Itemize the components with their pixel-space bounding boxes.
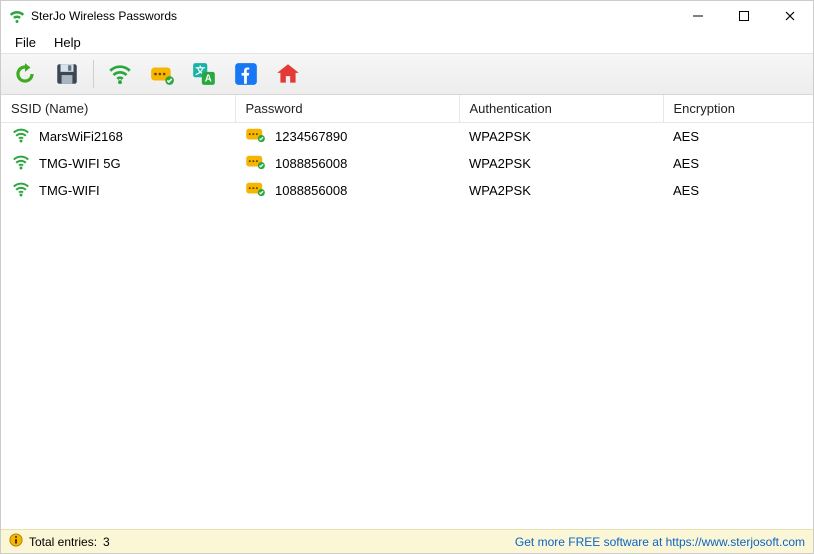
password-button[interactable] — [144, 57, 180, 91]
table-row[interactable]: TMG-WIFI 1088856008 WPA2PSK AES — [1, 177, 813, 204]
status-total-label: Total entries: — [29, 535, 97, 549]
ssid-cell: TMG-WIFI — [39, 183, 100, 198]
table-header-row: SSID (Name) Password Authentication Encr… — [1, 95, 813, 123]
save-button[interactable] — [49, 57, 85, 91]
close-button[interactable] — [767, 1, 813, 31]
password-cell: 1088856008 — [275, 183, 347, 198]
password-icon — [245, 127, 267, 146]
status-bar: Total entries: 3 Get more FREE software a… — [1, 529, 813, 553]
wifi-button[interactable] — [102, 57, 138, 91]
refresh-button[interactable] — [7, 57, 43, 91]
column-auth[interactable]: Authentication — [459, 95, 663, 123]
data-table: SSID (Name) Password Authentication Encr… — [1, 95, 813, 204]
window-title: SterJo Wireless Passwords — [31, 9, 177, 23]
translate-button[interactable]: 文A — [186, 57, 222, 91]
home-button[interactable] — [270, 57, 306, 91]
svg-text:A: A — [205, 74, 212, 85]
password-cell: 1234567890 — [275, 129, 347, 144]
ssid-cell: MarsWiFi2168 — [39, 129, 123, 144]
auth-cell: WPA2PSK — [459, 150, 663, 177]
password-cell: 1088856008 — [275, 156, 347, 171]
info-icon — [9, 533, 23, 550]
maximize-button[interactable] — [721, 1, 767, 31]
table-row[interactable]: TMG-WIFI 5G 1088856008 WPA2PSK AES — [1, 150, 813, 177]
menu-file[interactable]: File — [7, 33, 44, 52]
enc-cell: AES — [663, 123, 813, 151]
wifi-icon — [11, 127, 31, 146]
wifi-icon — [11, 181, 31, 200]
status-total-count: 3 — [103, 535, 110, 549]
menu-help[interactable]: Help — [46, 33, 89, 52]
data-table-wrap: SSID (Name) Password Authentication Encr… — [1, 95, 813, 529]
table-row[interactable]: MarsWiFi2168 1234567890 WPA2PSK AES — [1, 123, 813, 151]
status-link[interactable]: Get more FREE software at https://www.st… — [515, 535, 805, 549]
auth-cell: WPA2PSK — [459, 123, 663, 151]
toolbar-separator — [93, 60, 94, 88]
auth-cell: WPA2PSK — [459, 177, 663, 204]
password-icon — [245, 154, 267, 173]
column-enc[interactable]: Encryption — [663, 95, 813, 123]
app-icon — [9, 8, 25, 24]
ssid-cell: TMG-WIFI 5G — [39, 156, 121, 171]
wifi-icon — [11, 154, 31, 173]
facebook-button[interactable] — [228, 57, 264, 91]
column-ssid[interactable]: SSID (Name) — [1, 95, 235, 123]
column-password[interactable]: Password — [235, 95, 459, 123]
password-icon — [245, 181, 267, 200]
toolbar: 文A — [1, 53, 813, 95]
menu-bar: File Help — [1, 31, 813, 53]
minimize-button[interactable] — [675, 1, 721, 31]
enc-cell: AES — [663, 150, 813, 177]
enc-cell: AES — [663, 177, 813, 204]
title-bar: SterJo Wireless Passwords — [1, 1, 813, 31]
